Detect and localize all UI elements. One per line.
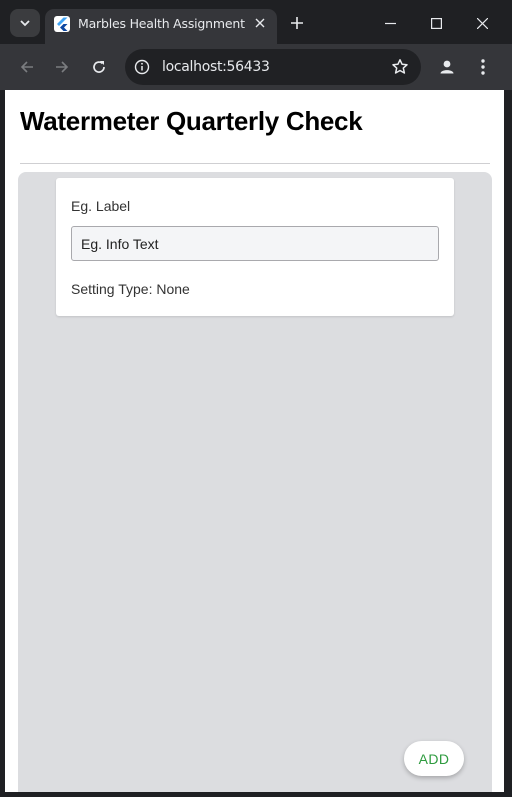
close-window-button[interactable] xyxy=(459,9,505,37)
close-icon xyxy=(255,18,265,28)
browser-menu-button[interactable] xyxy=(471,55,495,79)
person-icon xyxy=(440,60,454,74)
plus-icon xyxy=(291,17,303,29)
add-button[interactable]: ADD xyxy=(404,741,464,776)
page-title: Watermeter Quarterly Check xyxy=(20,106,363,136)
profile-button[interactable] xyxy=(435,55,459,79)
url-text[interactable]: localhost:56433 xyxy=(162,59,270,75)
minimize-button[interactable] xyxy=(367,9,413,37)
back-button[interactable] xyxy=(13,53,41,81)
reload-button[interactable] xyxy=(85,53,113,81)
flutter-icon xyxy=(54,16,70,32)
tab-close-button[interactable] xyxy=(251,14,269,32)
close-icon xyxy=(476,17,488,29)
tab-title: Marbles Health Assignment xyxy=(78,16,245,31)
info-text-input[interactable] xyxy=(71,226,439,261)
new-tab-button[interactable] xyxy=(285,11,309,35)
kebab-icon xyxy=(481,59,485,75)
star-icon[interactable] xyxy=(391,58,409,76)
setting-type-text: Setting Type: None xyxy=(71,281,190,297)
minimize-icon xyxy=(384,22,396,24)
tab-strip: Marbles Health Assignment xyxy=(0,0,512,44)
settings-panel: Eg. Label Setting Type: None ADD xyxy=(18,172,492,792)
tab-search-button[interactable] xyxy=(10,9,40,37)
arrow-left-icon xyxy=(20,61,33,73)
address-bar[interactable]: localhost:56433 xyxy=(125,49,421,85)
setting-card: Eg. Label Setting Type: None xyxy=(56,178,454,316)
reload-icon xyxy=(93,61,105,73)
arrow-right-icon xyxy=(56,61,69,73)
maximize-icon xyxy=(430,17,442,29)
title-divider xyxy=(20,163,490,164)
maximize-button[interactable] xyxy=(413,9,459,37)
browser-toolbar: localhost:56433 xyxy=(0,44,512,90)
chevron-down-icon xyxy=(20,20,30,27)
setting-label: Eg. Label xyxy=(71,198,131,214)
browser-tab[interactable]: Marbles Health Assignment xyxy=(45,9,277,44)
forward-button[interactable] xyxy=(48,53,76,81)
page-viewport: Watermeter Quarterly Check Eg. Label Set… xyxy=(5,90,504,792)
info-icon[interactable] xyxy=(134,59,150,75)
